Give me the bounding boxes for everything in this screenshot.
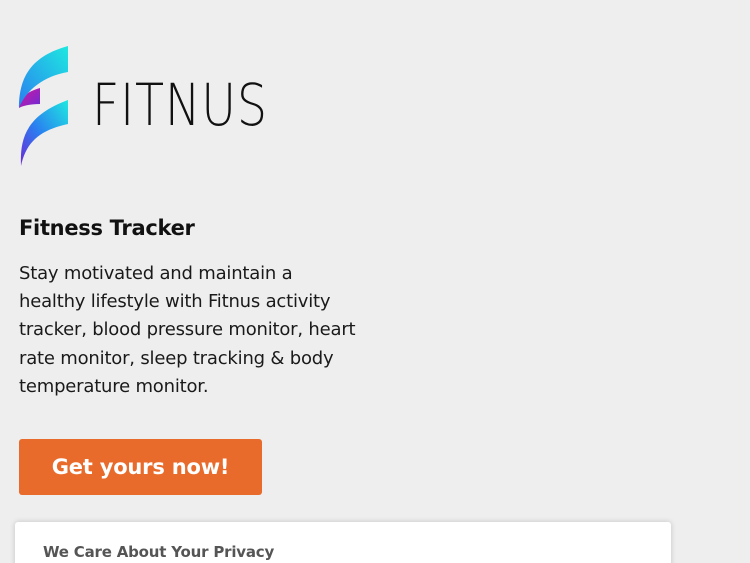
- product-heading: Fitness Tracker: [19, 216, 195, 240]
- product-description: Stay motivated and maintain a healthy li…: [19, 263, 356, 397]
- brand-logo: FITNUS: [18, 46, 307, 166]
- get-yours-now-button[interactable]: Get yours now!: [19, 439, 262, 495]
- brand-name: FITNUS: [92, 71, 268, 139]
- fitnus-logo-icon: [19, 46, 69, 166]
- landing-page: FITNUS Fitness Tracker Stay motivated an…: [0, 0, 750, 563]
- privacy-title: We Care About Your Privacy: [43, 543, 275, 561]
- privacy-consent-panel: We Care About Your Privacy: [15, 522, 671, 563]
